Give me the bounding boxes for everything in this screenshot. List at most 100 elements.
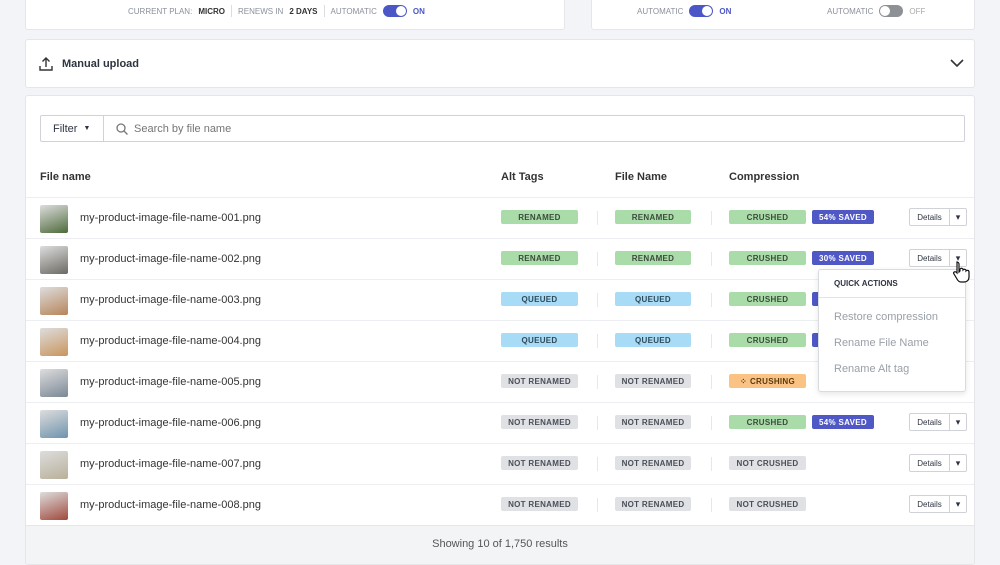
divider bbox=[711, 252, 712, 266]
details-split-button: Details ▾ bbox=[909, 413, 967, 431]
toggle-state: ON bbox=[719, 6, 732, 16]
toggle-state: ON bbox=[412, 6, 425, 16]
divider bbox=[711, 375, 712, 389]
table-row: my-product-image-file-name-001.png RENAM… bbox=[26, 197, 974, 238]
image-thumbnail bbox=[40, 492, 68, 520]
current-plan-value: MICRO bbox=[198, 6, 225, 16]
current-plan-label: CURRENT PLAN: bbox=[128, 6, 193, 16]
menu-item-rename-alt-tag[interactable]: Rename Alt tag bbox=[819, 355, 965, 381]
image-thumbnail bbox=[40, 205, 68, 233]
saved-badge: 30% SAVED bbox=[812, 251, 874, 265]
toggle-state: OFF bbox=[909, 6, 926, 16]
search-icon bbox=[116, 123, 128, 135]
divider bbox=[597, 416, 598, 430]
column-header-file-name-status[interactable]: File Name bbox=[615, 171, 667, 183]
manual-upload-panel[interactable]: Manual upload bbox=[25, 39, 975, 88]
compression-status-badge: CRUSHED bbox=[729, 415, 806, 429]
divider bbox=[711, 334, 712, 348]
compression-status-badge: CRUSHED bbox=[729, 251, 806, 265]
chevron-down-icon[interactable] bbox=[950, 59, 964, 68]
alt-tags-status-badge: RENAMED bbox=[501, 210, 578, 224]
image-thumbnail bbox=[40, 328, 68, 356]
quick-actions-menu: QUICK ACTIONS Restore compression Rename… bbox=[818, 269, 966, 392]
caret-down-icon[interactable]: ▾ bbox=[950, 455, 966, 471]
file-name-status-badge: QUEUED bbox=[615, 292, 691, 306]
column-header-file-name[interactable]: File name bbox=[40, 171, 91, 183]
divider bbox=[711, 211, 712, 225]
saved-badge: 54% SAVED bbox=[812, 210, 874, 224]
filter-dropdown[interactable]: Filter ▼ bbox=[40, 115, 104, 142]
compression-status-badge: CRUSHED bbox=[729, 333, 806, 347]
compression-status-text: NOT CRUSHED bbox=[736, 458, 799, 468]
divider bbox=[597, 211, 598, 225]
spinner-icon: ⁘ bbox=[739, 376, 747, 386]
divider bbox=[711, 457, 712, 471]
details-button[interactable]: Details bbox=[910, 209, 950, 225]
divider bbox=[597, 293, 598, 307]
manual-upload-label: Manual upload bbox=[62, 58, 139, 70]
file-name[interactable]: my-product-image-file-name-005.png bbox=[80, 376, 261, 388]
divider bbox=[597, 334, 598, 348]
file-name-status-badge: QUEUED bbox=[615, 333, 691, 347]
file-name[interactable]: my-product-image-file-name-002.png bbox=[80, 253, 261, 265]
file-name-status-badge: NOT RENAMED bbox=[615, 415, 691, 429]
compression-status-badge: ⁘ CRUSHING bbox=[729, 374, 806, 388]
divider bbox=[597, 498, 598, 512]
automatic-toggle[interactable] bbox=[382, 5, 407, 17]
column-header-alt-tags[interactable]: Alt Tags bbox=[501, 171, 544, 183]
compression-status-text: CRUSHING bbox=[749, 376, 796, 386]
compression-status-text: CRUSHED bbox=[746, 294, 789, 304]
search-field[interactable] bbox=[103, 115, 965, 142]
caret-down-icon[interactable]: ▾ bbox=[950, 209, 966, 225]
file-name[interactable]: my-product-image-file-name-007.png bbox=[80, 458, 261, 470]
file-name[interactable]: my-product-image-file-name-004.png bbox=[80, 335, 261, 347]
saved-badge: 54% SAVED bbox=[812, 415, 874, 429]
alt-tags-status-badge: QUEUED bbox=[501, 292, 578, 306]
automatic-label: AUTOMATIC bbox=[827, 6, 874, 16]
alt-tags-status-badge: RENAMED bbox=[501, 251, 578, 265]
search-input[interactable] bbox=[134, 120, 934, 138]
alt-tags-status-badge: NOT RENAMED bbox=[501, 415, 578, 429]
alt-tags-status-badge: NOT RENAMED bbox=[501, 456, 578, 470]
compression-status-text: CRUSHED bbox=[746, 253, 789, 263]
caret-down-icon[interactable]: ▾ bbox=[950, 496, 966, 512]
file-name-status-badge: RENAMED bbox=[615, 251, 691, 265]
plan-card: CURRENT PLAN: MICRO RENEWS IN 2 DAYS AUTOM… bbox=[25, 0, 565, 30]
file-name-status-badge: NOT RENAMED bbox=[615, 374, 691, 388]
compression-status-text: CRUSHED bbox=[746, 212, 789, 222]
automatic-toggle[interactable] bbox=[879, 5, 904, 17]
caret-down-icon[interactable]: ▾ bbox=[950, 414, 966, 430]
file-name-status-badge: NOT RENAMED bbox=[615, 497, 691, 511]
details-button[interactable]: Details bbox=[910, 414, 950, 430]
table-row: my-product-image-file-name-006.png NOT R… bbox=[26, 402, 974, 443]
file-name[interactable]: my-product-image-file-name-006.png bbox=[80, 417, 261, 429]
compression-status-text: NOT CRUSHED bbox=[736, 499, 799, 509]
details-button[interactable]: Details bbox=[910, 250, 950, 266]
file-name[interactable]: my-product-image-file-name-003.png bbox=[80, 294, 261, 306]
quick-actions-title: QUICK ACTIONS bbox=[819, 270, 965, 298]
table-row: my-product-image-file-name-007.png NOT R… bbox=[26, 443, 974, 484]
details-button[interactable]: Details bbox=[910, 496, 950, 512]
image-thumbnail bbox=[40, 410, 68, 438]
filter-label: Filter bbox=[53, 122, 78, 135]
caret-down-icon: ▼ bbox=[83, 125, 91, 132]
menu-item-restore-compression[interactable]: Restore compression bbox=[819, 303, 965, 329]
file-name[interactable]: my-product-image-file-name-001.png bbox=[80, 212, 261, 224]
automatic-toggle[interactable] bbox=[689, 5, 714, 17]
details-split-button: Details ▾ bbox=[909, 495, 967, 513]
image-thumbnail bbox=[40, 246, 68, 274]
results-count: Showing 10 of 1,750 results bbox=[432, 538, 568, 550]
settings-card: AUTOMATIC ON AUTOMATIC OFF bbox=[591, 0, 975, 30]
renews-value: 2 DAYS bbox=[289, 6, 318, 16]
file-name[interactable]: my-product-image-file-name-008.png bbox=[80, 499, 261, 511]
divider bbox=[597, 457, 598, 471]
details-button[interactable]: Details bbox=[910, 455, 950, 471]
column-header-compression[interactable]: Compression bbox=[729, 171, 799, 183]
alt-tags-status-badge: QUEUED bbox=[501, 333, 578, 347]
image-thumbnail bbox=[40, 369, 68, 397]
details-split-button: Details ▾ bbox=[909, 454, 967, 472]
divider bbox=[711, 498, 712, 512]
menu-item-rename-file-name[interactable]: Rename File Name bbox=[819, 329, 965, 355]
divider bbox=[597, 375, 598, 389]
divider bbox=[711, 416, 712, 430]
